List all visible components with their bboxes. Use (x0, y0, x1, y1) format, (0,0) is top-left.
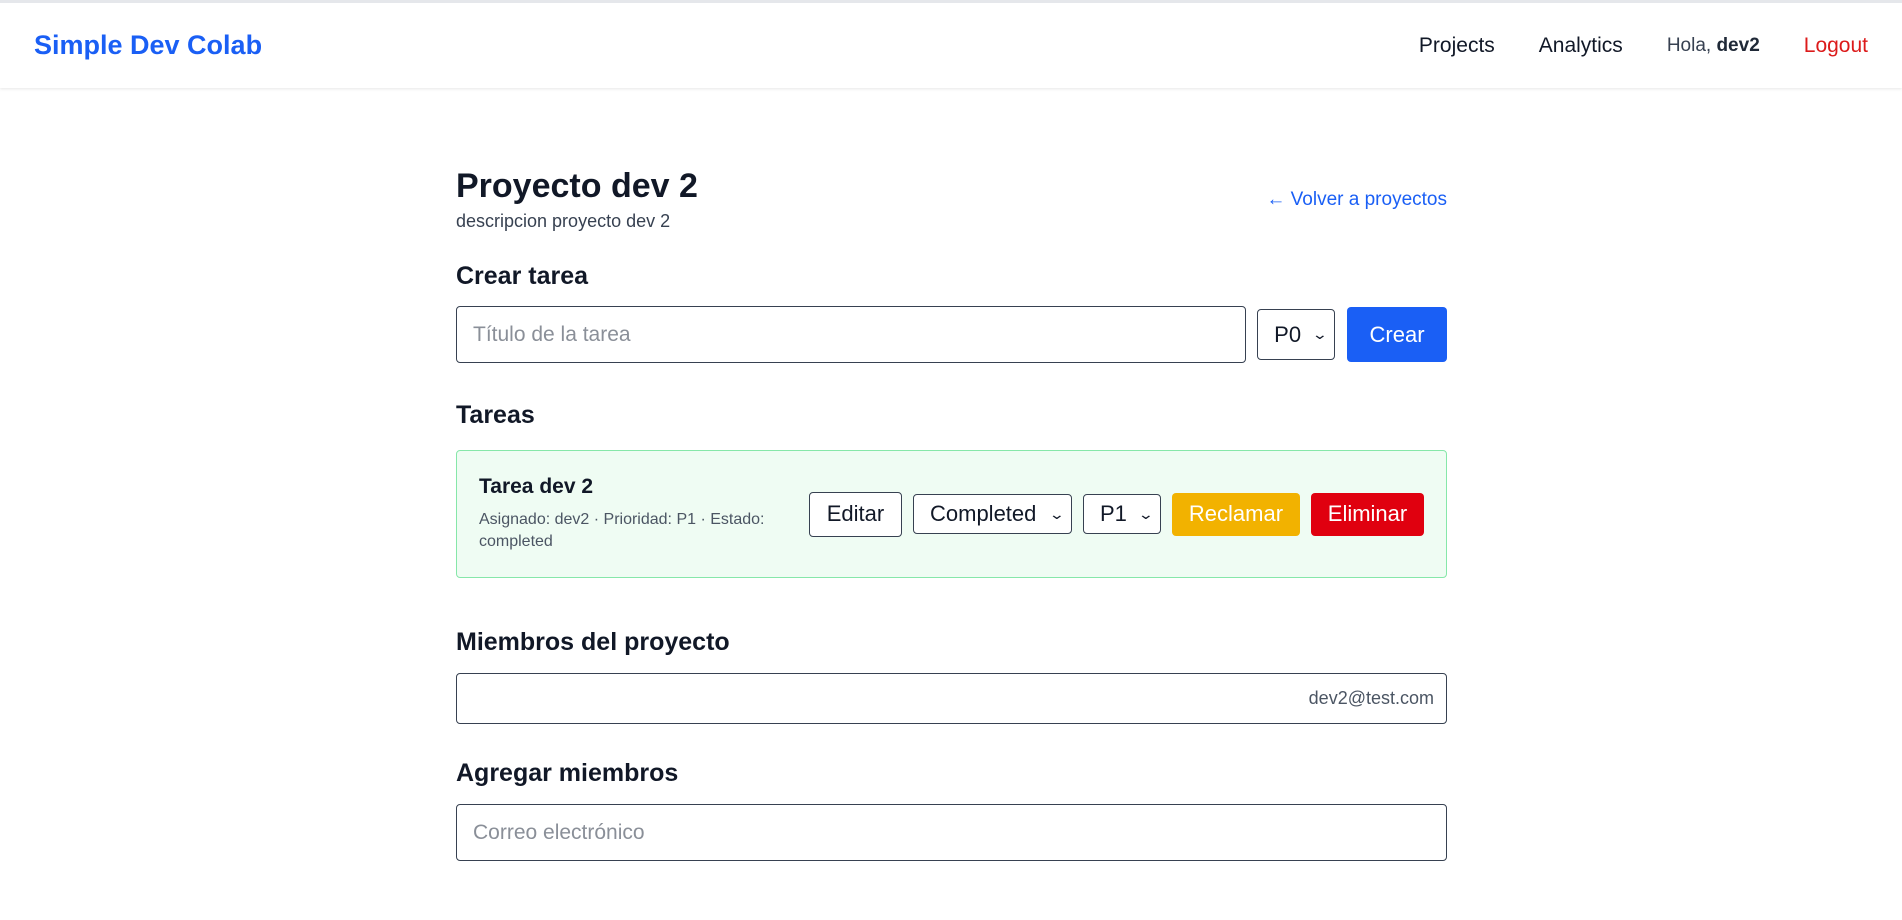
task-priority-selected-value: P1 (1100, 501, 1127, 526)
create-task-heading: Crear tarea (456, 262, 589, 290)
tasks-heading: Tareas (456, 401, 535, 429)
edit-task-button[interactable]: Editar (809, 491, 902, 537)
task-meta: Asignado: dev2 · Prioridad: P1 · Estado:… (479, 511, 765, 550)
add-members-heading: Agregar miembros (456, 759, 679, 787)
nav-links: Projects Analytics Hola, dev2 Logout (1375, 34, 1868, 58)
chevron-down-icon: ⌄ (1048, 505, 1066, 522)
claim-task-button[interactable]: Reclamar (1172, 492, 1300, 536)
task-title: Tarea dev 2 (479, 475, 594, 498)
project-description: descripcion proyecto dev 2 (456, 211, 671, 231)
username: dev2 (1716, 34, 1760, 56)
nav-projects-link[interactable]: Projects (1419, 34, 1495, 58)
member-email: dev2@test.com (1308, 688, 1434, 708)
task-title-input[interactable] (456, 306, 1247, 363)
greeting-prefix: Hola, (1666, 34, 1712, 56)
member-email-input[interactable] (456, 804, 1447, 861)
create-task-form: P0 ⌄ Crear (456, 306, 1447, 363)
project-members-heading: Miembros del proyecto (456, 628, 730, 656)
page-title: Proyecto dev 2 (456, 167, 698, 205)
project-header: Proyecto dev 2 descripcion proyecto dev … (456, 166, 1447, 232)
logout-link[interactable]: Logout (1804, 34, 1868, 58)
priority-selected-value: P0 (1274, 321, 1302, 347)
user-greeting: Hola, dev2 (1667, 35, 1760, 57)
project-detail: Proyecto dev 2 descripcion proyecto dev … (456, 166, 1447, 861)
task-priority-select[interactable]: P1 ⌄ (1083, 494, 1161, 534)
task-actions: Editar Completed ⌄ P1 ⌄ Reclamar Elimina… (809, 491, 1424, 537)
task-status-select[interactable]: Completed ⌄ (913, 494, 1072, 534)
members-list: dev2@test.com (456, 673, 1447, 724)
navbar: Simple Dev Colab Projects Analytics Hola… (0, 0, 1902, 88)
project-heading-group: Proyecto dev 2 descripcion proyecto dev … (456, 166, 698, 232)
task-info: Tarea dev 2 Asignado: dev2 · Prioridad: … (479, 475, 809, 553)
chevron-down-icon: ⌄ (1312, 326, 1329, 342)
task-item: Tarea dev 2 Asignado: dev2 · Prioridad: … (456, 450, 1447, 578)
create-task-button[interactable]: Crear (1347, 307, 1447, 362)
status-selected-value: Completed (930, 501, 1037, 526)
chevron-down-icon: ⌄ (1137, 505, 1155, 522)
back-to-projects-link[interactable]: ← Volver a proyectos (1266, 189, 1447, 211)
brand-logo[interactable]: Simple Dev Colab (34, 30, 262, 61)
delete-task-button[interactable]: Eliminar (1311, 492, 1424, 536)
new-task-priority-select[interactable]: P0 ⌄ (1257, 309, 1336, 360)
nav-analytics-link[interactable]: Analytics (1539, 34, 1623, 58)
